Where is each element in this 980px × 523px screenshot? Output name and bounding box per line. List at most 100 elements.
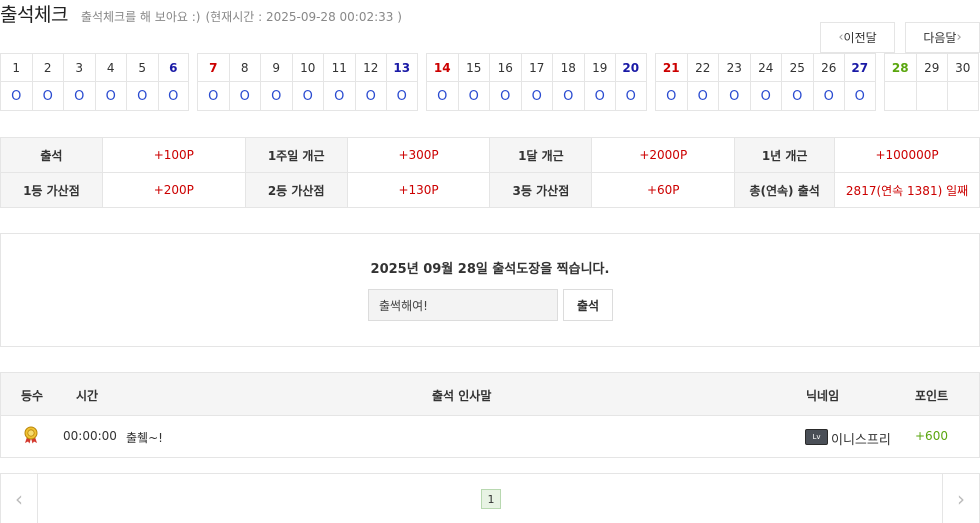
attendance-form: 2025년 09월 28일 출석도장을 찍습니다. 출석 (0, 233, 980, 347)
calendar-day: 27 O (844, 54, 876, 111)
attendance-mark: O (782, 82, 813, 111)
calendar-day: 22 O (686, 54, 718, 111)
page-number-current[interactable]: 1 (481, 489, 501, 509)
calendar-day: 13 O (386, 54, 418, 111)
header-nickname: 닉네임 (806, 389, 840, 403)
attendance-mark: O (158, 82, 188, 111)
next-month-button[interactable]: 다음달 › (905, 22, 980, 53)
calendar-day: 4O (94, 54, 126, 111)
calendar-day: 18 O (552, 54, 584, 111)
calendar-day: 23 O (718, 54, 750, 111)
points-value: +100P (101, 137, 246, 173)
calendar-day: 30 (947, 54, 979, 111)
attendance-submit-button[interactable]: 출석 (563, 289, 613, 321)
list-header: 등수 시간 출석 인사말 닉네임 포인트 (1, 373, 979, 416)
prev-page-button[interactable]: ‹ (1, 474, 38, 523)
points-label: 출석 (0, 137, 103, 173)
header-time: 시간 (76, 389, 99, 403)
next-month-label: 다음달 (923, 31, 957, 45)
calendar-day: 8O (228, 54, 260, 111)
chevron-right-icon: › (956, 30, 962, 45)
points-label: 3등 가산점 (489, 172, 593, 208)
attendance-mark: O (198, 82, 229, 111)
calendar-day: 11 O (323, 54, 355, 111)
calendar-day: 29 (915, 54, 947, 111)
attendance-mark: O (64, 82, 95, 111)
points-value: +200P (101, 172, 246, 208)
attendance-mark (885, 82, 916, 111)
attendance-mark: O (845, 82, 875, 111)
page-title: 출석체크 (0, 4, 68, 26)
calendar-week-2: 7O 8O 9O 10 O 11 O 12 O 13 O (197, 53, 418, 111)
attendance-mark: O (324, 82, 355, 111)
earned-point: +600 (915, 429, 948, 443)
calendar-day: 10 O (291, 54, 323, 111)
user-nickname[interactable]: 이니스프리 (831, 429, 891, 448)
attendance-mark: O (490, 82, 521, 111)
page-header: 출석체크 출석체크를 해 보아요 :) (현재시간 : 2025-09-28 0… (0, 0, 402, 26)
calendar-day: 9O (260, 54, 292, 111)
current-time: (현재시간 : 2025-09-28 00:02:33 ) (205, 10, 402, 24)
calendar-day: 12 O (354, 54, 386, 111)
attendance-mark: O (127, 82, 158, 111)
calendar-day: 15 O (457, 54, 489, 111)
attendance-greeting: 출췤~! (126, 431, 163, 445)
calendar-week-4: 21 O 22 O 23 O 24 O 25 O 26 O 27 O (655, 53, 876, 111)
points-value: +130P (346, 172, 491, 208)
points-value: +2000P (591, 137, 736, 173)
calendar-day: 2O (31, 54, 63, 111)
attendance-mark: O (261, 82, 292, 111)
prev-month-button[interactable]: ‹ 이전달 (820, 22, 895, 53)
calendar-day: 26 O (812, 54, 844, 111)
calendar-day: 21 O (655, 54, 687, 111)
points-label: 1등 가산점 (0, 172, 103, 208)
chevron-right-icon: › (957, 487, 965, 511)
attendance-time: 00:00:00 (63, 429, 117, 443)
attendance-mark: O (687, 82, 718, 111)
attendance-mark (948, 82, 978, 111)
next-page-button[interactable]: › (942, 474, 979, 523)
points-table: 출석 +100P 1주일 개근 +300P 1달 개근 +2000P 1년 개근… (0, 137, 980, 208)
attendance-mark: O (229, 82, 260, 111)
calendar-day: 24 O (749, 54, 781, 111)
attendance-mark: O (32, 82, 63, 111)
page-subtitle: 출석체크를 해 보아요 :) (80, 10, 201, 24)
calendar-week-5: 28 29 30 (884, 53, 979, 111)
attendance-mark: O (427, 82, 458, 111)
attendance-list: 등수 시간 출석 인사말 닉네임 포인트 00:00:00 출췤~! Lv 이니… (0, 372, 980, 458)
calendar-day: 3O (63, 54, 95, 111)
calendar-day: 14 O (426, 54, 458, 111)
attendance-message: 2025년 09월 28일 출석도장을 찍습니다. (370, 262, 610, 277)
attendance-mark: O (813, 82, 844, 111)
prev-month-label: 이전달 (843, 31, 877, 45)
attendance-mark: O (95, 82, 126, 111)
calendar-day: 1O (0, 54, 32, 111)
points-label: 총(연속) 출석 (734, 172, 836, 208)
points-label: 1주일 개근 (244, 137, 348, 173)
pagination: ‹ 1 › (0, 473, 980, 523)
calendar-day-today: 28 (884, 54, 916, 111)
calendar-day: 6O (157, 54, 189, 111)
attendance-mark: O (458, 82, 489, 111)
attendance-mark: O (616, 82, 646, 111)
attendance-mark: O (584, 82, 615, 111)
points-row: 1등 가산점 +200P 2등 가산점 +130P 3등 가산점 +60P 총(… (0, 172, 980, 208)
header-greeting: 출석 인사말 (432, 389, 492, 403)
attendance-mark: O (1, 82, 32, 111)
attendance-mark: O (750, 82, 781, 111)
attendance-mark: O (656, 82, 687, 111)
calendar-week-1: 1O 2O 3O 4O 5O 6O (0, 53, 189, 111)
gold-medal-icon (23, 426, 39, 447)
calendar-day: 19 O (583, 54, 615, 111)
attendance-mark: O (553, 82, 584, 111)
greeting-input[interactable] (368, 289, 558, 321)
header-point: 포인트 (915, 389, 949, 403)
calendar-week-3: 14 O 15 O 16 O 17 O 18 O 19 O 20 O (426, 53, 647, 111)
calendar-day: 7O (197, 54, 229, 111)
attendance-mark (916, 82, 947, 111)
attendance-mark: O (387, 82, 417, 111)
attendance-mark: O (521, 82, 552, 111)
calendar-day: 16 O (489, 54, 521, 111)
list-item: 00:00:00 출췤~! Lv 이니스프리 +600 (1, 416, 979, 458)
points-value: +300P (346, 137, 491, 173)
